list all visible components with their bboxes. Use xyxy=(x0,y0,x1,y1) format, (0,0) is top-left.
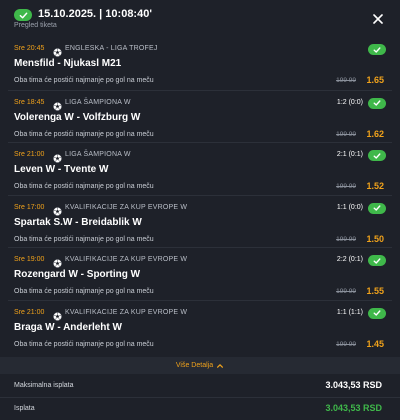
football-icon xyxy=(53,203,62,216)
league-name: LIGA ŠAMPIONA W xyxy=(65,151,131,158)
bet-odd: 1.50 xyxy=(366,233,384,244)
bet-odd: 1.65 xyxy=(366,75,384,85)
match-teams: Spartak S.W - Breidablik W xyxy=(14,216,142,228)
bet-odd: 1.45 xyxy=(366,338,384,349)
match-meta: Sre 19:00 KVALIFIKACIJE ZA KUP EVROPE W 2:… xyxy=(14,255,386,268)
ticket-header: 15.10.2025. | 10:08:40' Pregled tiketa xyxy=(0,0,400,36)
match-time: Sre 17:00 xyxy=(14,203,45,211)
bet-odd: 1.55 xyxy=(366,286,384,296)
league-name: ENGLESKA - LIGA TROFEJ xyxy=(65,45,158,52)
bet-code: 199 99 xyxy=(336,130,356,138)
check-icon xyxy=(368,150,386,161)
match-list: Sre 20:45 ENGLESKA - LIGA TROFEJ Mensfild … xyxy=(8,37,392,352)
max-payout-value: 3.043,53 RSD xyxy=(325,380,382,390)
match-time: Sre 21:00 xyxy=(14,151,45,158)
payout-value: 3.043,53 RSD xyxy=(325,403,382,413)
bet-market: Oba tima će postići najmanje po gol na m… xyxy=(14,183,154,190)
bet-market: Oba tima će postići najmanje po gol na m… xyxy=(14,77,154,84)
ticket-status-check-icon xyxy=(14,9,32,21)
match-score: 1:1 (0:0) xyxy=(336,203,363,211)
payout-row: Isplata 3.043,53 RSD xyxy=(0,397,400,419)
more-details-label: Više Detalja xyxy=(175,362,214,369)
match-row[interactable]: Sre 19:00 KVALIFIKACIJE ZA KUP EVROPE W 2:… xyxy=(8,247,392,300)
bet-market: Oba tima će postići najmanje po gol na m… xyxy=(14,130,154,138)
football-icon xyxy=(53,308,62,321)
match-teams: Volerenga W - Volfzburg W xyxy=(14,111,141,123)
football-icon xyxy=(53,98,62,111)
match-row[interactable]: Sre 21:00 LIGA ŠAMPIONA W 2:1 (0:1) Leven W… xyxy=(8,142,392,195)
match-time: Sre 18:45 xyxy=(14,98,45,106)
match-score: 1:2 (0:0) xyxy=(336,98,363,106)
max-payout-label: Maksimalna isplata xyxy=(14,382,74,389)
more-details-button[interactable]: Više Detalja xyxy=(0,357,400,374)
bet-odd: 1.52 xyxy=(366,181,384,191)
check-icon xyxy=(368,307,386,319)
match-teams: Leven W - Tvente W xyxy=(14,164,109,175)
check-icon xyxy=(368,44,386,55)
chevron-up-icon xyxy=(217,363,224,368)
football-icon xyxy=(53,255,62,268)
match-time: Sre 20:45 xyxy=(14,45,45,52)
match-row[interactable]: Sre 18:45 LIGA ŠAMPIONA W 1:2 (0:0) Voleren… xyxy=(8,89,392,143)
match-teams: Rozengard W - Sporting W xyxy=(14,269,141,280)
match-score: 1:1 (1:1) xyxy=(336,308,363,316)
football-icon xyxy=(53,44,62,57)
bet-market: Oba tima će postići najmanje po gol na m… xyxy=(14,235,154,243)
match-meta: Sre 20:45 ENGLESKA - LIGA TROFEJ xyxy=(14,44,386,57)
check-icon xyxy=(368,202,386,214)
close-icon[interactable] xyxy=(372,12,384,24)
match-score: 2:1 (0:1) xyxy=(336,151,363,158)
payout-label: Isplata xyxy=(14,405,35,412)
bet-code: 199 99 xyxy=(336,183,356,190)
match-teams: Braga W - Anderleht W xyxy=(14,321,122,333)
league-name: KVALIFIKACIJE ZA KUP EVROPE W xyxy=(65,308,188,316)
bet-code: 199 99 xyxy=(336,77,356,84)
match-teams: Mensfild - Njukasl M21 xyxy=(14,58,122,69)
bet-market: Oba tima će postići najmanje po gol na m… xyxy=(14,288,154,295)
match-row[interactable]: Sre 17:00 KVALIFIKACIJE ZA KUP EVROPE W 1:… xyxy=(8,194,392,248)
league-name: LIGA ŠAMPIONA W xyxy=(65,98,131,106)
match-meta: Sre 17:00 KVALIFIKACIJE ZA KUP EVROPE W 1:… xyxy=(14,202,386,216)
match-row[interactable]: Sre 20:45 ENGLESKA - LIGA TROFEJ Mensfild … xyxy=(8,37,392,90)
bet-code: 199 99 xyxy=(336,235,356,243)
ticket-subtitle: Pregled tiketa xyxy=(14,22,57,29)
match-meta: Sre 18:45 LIGA ŠAMPIONA W 1:2 (0:0) xyxy=(14,97,386,111)
ticket-panel: 15.10.2025. | 10:08:40' Pregled tiketa S… xyxy=(0,0,400,420)
league-name: KVALIFIKACIJE ZA KUP EVROPE W xyxy=(65,203,188,211)
check-icon xyxy=(368,255,386,266)
match-time: Sre 19:00 xyxy=(14,256,45,263)
league-name: KVALIFIKACIJE ZA KUP EVROPE W xyxy=(65,256,188,263)
bet-market: Oba tima će postići najmanje po gol na m… xyxy=(14,340,154,348)
max-payout-row: Maksimalna isplata 3.043,53 RSD xyxy=(0,375,400,397)
bet-odd: 1.62 xyxy=(366,128,384,139)
match-time: Sre 21:00 xyxy=(14,308,45,316)
match-meta: Sre 21:00 LIGA ŠAMPIONA W 2:1 (0:1) xyxy=(14,150,386,163)
football-icon xyxy=(53,150,62,163)
bet-code: 199 99 xyxy=(336,340,356,348)
ticket-datetime: 15.10.2025. | 10:08:40' xyxy=(38,8,152,20)
match-meta: Sre 21:00 KVALIFIKACIJE ZA KUP EVROPE W 1:… xyxy=(14,307,386,321)
check-icon xyxy=(368,97,386,109)
bet-code: 199 99 xyxy=(336,288,356,295)
match-row[interactable]: Sre 21:00 KVALIFIKACIJE ZA KUP EVROPE W 1:… xyxy=(8,299,392,353)
match-score: 2:2 (0:1) xyxy=(336,256,363,263)
